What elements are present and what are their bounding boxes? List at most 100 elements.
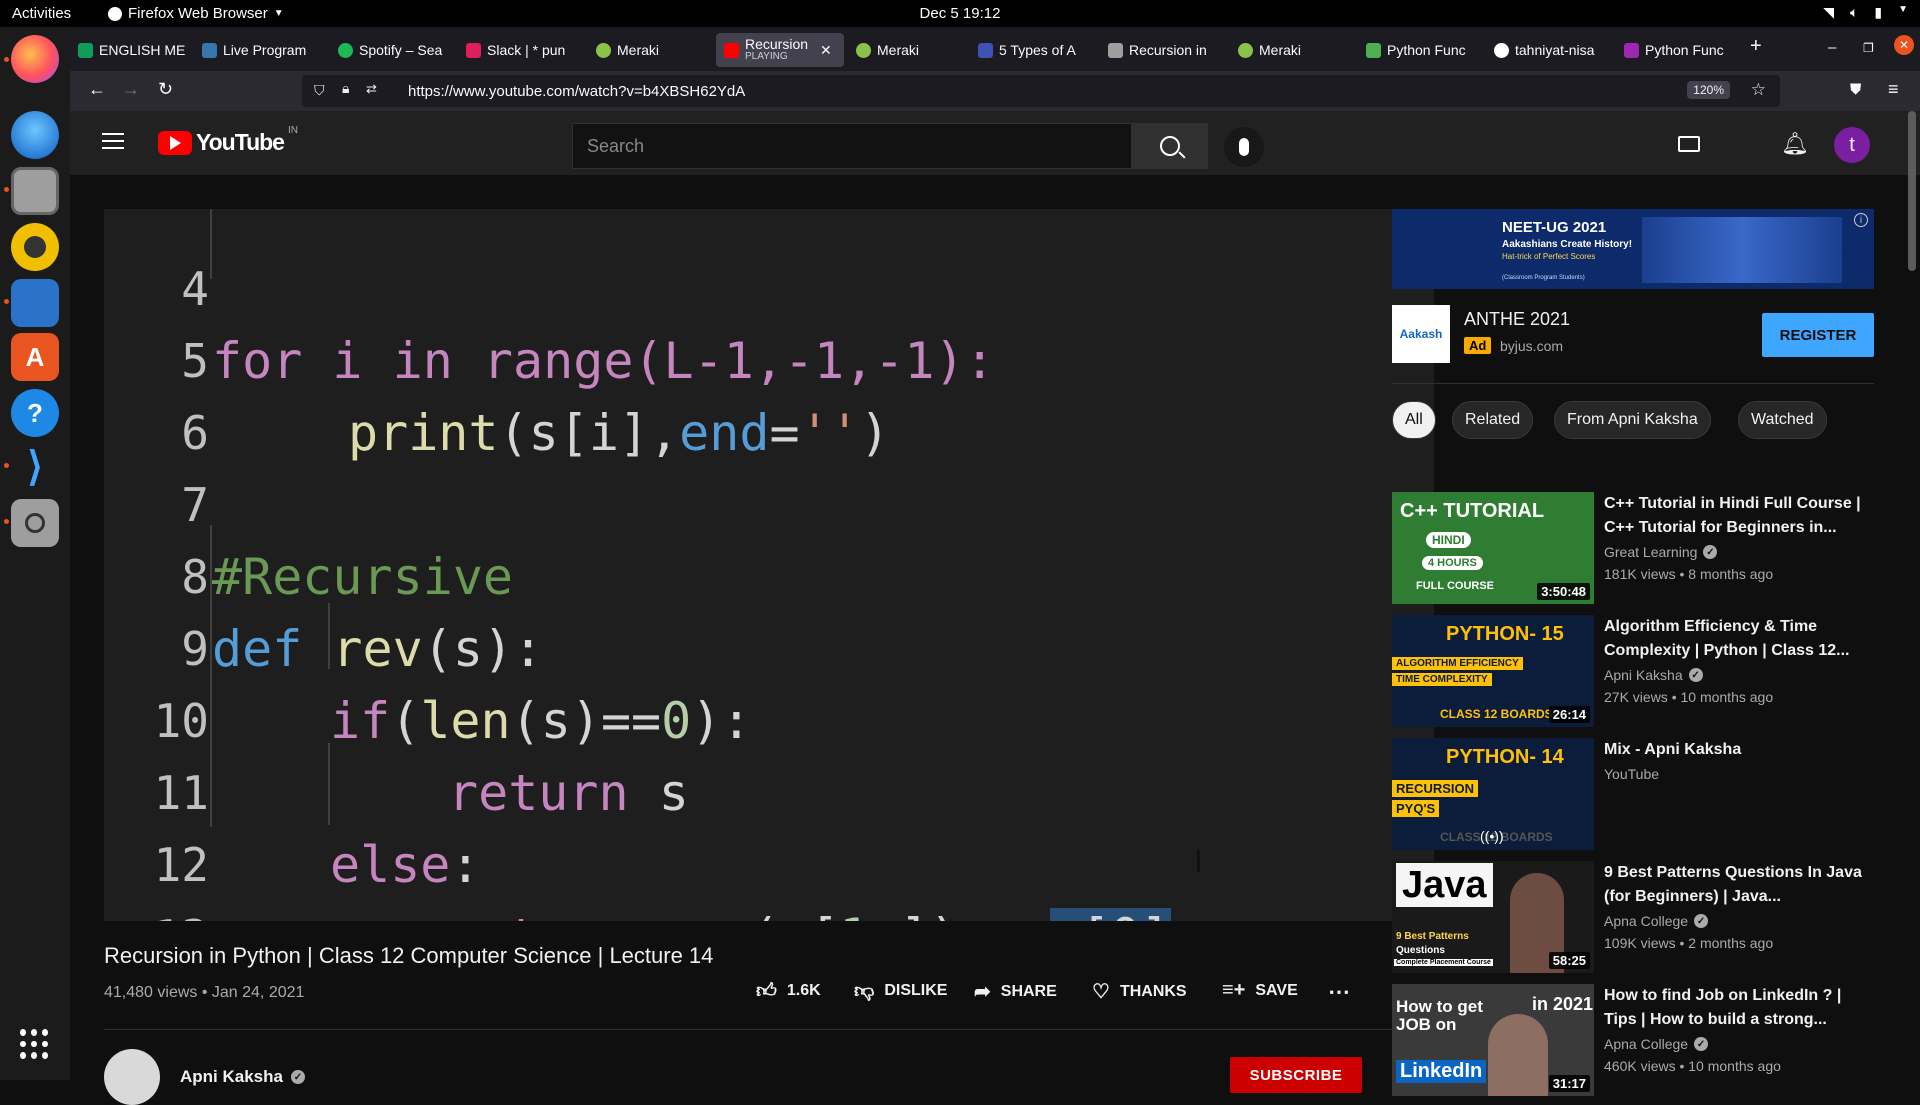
system-tray[interactable]: ◥ 🔈︎ ▮ ▼: [1823, 4, 1908, 21]
back-button[interactable]: ←: [88, 79, 106, 100]
rhythmbox-launcher[interactable]: [11, 223, 59, 271]
video-title[interactable]: 9 Best Patterns Questions In Java (for B…: [1604, 861, 1866, 909]
video-title[interactable]: Mix - Apni Kaksha: [1604, 738, 1866, 762]
shield-icon[interactable]: ⛉: [314, 82, 325, 99]
ad-banner[interactable]: NEET-UG 2021 Aakashians Create History! …: [1392, 209, 1874, 289]
video-thumbnail[interactable]: PYTHON- 14 RECURSION PYQ'S CLASS 12 BOAR…: [1392, 738, 1594, 850]
share-button[interactable]: ➦ SHARE: [974, 979, 1057, 1004]
url-text[interactable]: https://www.youtube.com/watch?v=b4XBSH62…: [408, 83, 745, 100]
channel-name[interactable]: Apni Kaksha: [180, 1067, 283, 1087]
help-launcher[interactable]: ?: [11, 389, 59, 437]
ad-card[interactable]: Aakash ANTHE 2021 Ad byjus.com REGISTER: [1392, 305, 1874, 365]
recommendation-item[interactable]: PYTHON- 14 RECURSION PYQ'S CLASS 12 BOAR…: [1392, 738, 1874, 850]
recommendation-item[interactable]: PYTHON- 15 ALGORITHM EFFICIENCY TIME COM…: [1392, 615, 1874, 727]
tab[interactable]: Python Func: [1358, 33, 1476, 67]
channel-name[interactable]: YouTube: [1604, 766, 1659, 782]
clock[interactable]: Dec 5 19:12: [0, 5, 1920, 22]
activities-button[interactable]: Activities: [12, 5, 71, 22]
video-thumbnail[interactable]: How to get JOB on in 2021 LinkedIn 31:17: [1392, 984, 1594, 1096]
tab[interactable]: Spotify – Sea: [330, 33, 448, 67]
new-tab-button[interactable]: +: [1750, 35, 1762, 58]
search-input[interactable]: Search: [572, 123, 1132, 169]
channel-name[interactable]: Apni Kaksha ✓: [1604, 667, 1703, 683]
recommendation-item[interactable]: C++ TUTORIAL HINDI 4 HOURS FULL COURSE 3…: [1392, 492, 1874, 604]
chip-from-apni-kaksha[interactable]: From Apni Kaksha: [1554, 401, 1711, 439]
writer-launcher[interactable]: [11, 279, 59, 327]
tab[interactable]: ENGLISH ME: [70, 33, 190, 67]
playlist-add-icon: ≡+: [1222, 979, 1246, 1001]
software-center-launcher[interactable]: A: [11, 333, 59, 381]
firefox-icon: [108, 6, 122, 21]
close-tab-icon[interactable]: ✕: [820, 42, 832, 59]
recommendation-item[interactable]: Java 9 Best Patterns Questions Complete …: [1392, 861, 1874, 973]
firefox-launcher[interactable]: [11, 35, 59, 83]
tab[interactable]: Live Program: [194, 33, 314, 67]
video-thumbnail[interactable]: C++ TUTORIAL HINDI 4 HOURS FULL COURSE 3…: [1392, 492, 1594, 604]
save-button[interactable]: ≡+ SAVE: [1222, 979, 1298, 1002]
video-thumbnail[interactable]: PYTHON- 15 ALGORITHM EFFICIENCY TIME COM…: [1392, 615, 1594, 727]
tab[interactable]: Meraki: [1230, 33, 1340, 67]
dislike-button[interactable]: 👎︎ DISLIKE: [854, 979, 947, 1003]
tab[interactable]: Slack | * pun: [458, 33, 576, 67]
ad-info-icon[interactable]: i: [1854, 213, 1868, 227]
chip-all[interactable]: All: [1392, 401, 1436, 439]
app-menu[interactable]: Firefox Web Browser ▼: [108, 5, 284, 22]
reload-button[interactable]: ↻: [158, 79, 173, 100]
channel-name[interactable]: Apna College ✓: [1604, 1036, 1709, 1052]
video-title[interactable]: C++ Tutorial in Hindi Full Course | C++ …: [1604, 492, 1866, 540]
files-launcher[interactable]: [11, 167, 59, 215]
search-button[interactable]: [1132, 123, 1208, 169]
tab[interactable]: Meraki: [588, 33, 698, 67]
vscode-launcher[interactable]: ⟩: [11, 443, 59, 491]
notifications-bell-icon[interactable]: 🔔︎: [1781, 131, 1809, 157]
url-bar[interactable]: ⛉ 🔒︎ ⇄ https://www.youtube.com/watch?v=b…: [302, 75, 1780, 107]
create-video-icon[interactable]: [1676, 131, 1702, 157]
subscribe-button[interactable]: SUBSCRIBE: [1230, 1057, 1362, 1093]
lock-icon[interactable]: 🔒︎: [342, 80, 349, 97]
youtube-page: YouTube IN Search 🔔︎ t 4 for i in range(…: [70, 111, 1920, 1105]
magnifier-icon: [25, 513, 45, 533]
page-scrollbar[interactable]: [1908, 111, 1916, 271]
search-launcher[interactable]: [11, 499, 59, 547]
more-actions-button[interactable]: ⋯: [1328, 979, 1350, 1005]
pocket-icon[interactable]: ⛊: [1850, 81, 1861, 98]
thanks-button[interactable]: ♡ THANKS: [1092, 979, 1187, 1004]
video-title[interactable]: Algorithm Efficiency & Time Complexity |…: [1604, 615, 1866, 663]
minimize-button[interactable]: –: [1828, 39, 1836, 56]
voice-search-button[interactable]: [1224, 127, 1264, 167]
chip-related[interactable]: Related: [1452, 401, 1534, 439]
close-window-button[interactable]: ✕: [1894, 35, 1914, 55]
permissions-icon[interactable]: ⇄: [366, 81, 377, 97]
bookmark-star-icon[interactable]: ☆: [1751, 80, 1766, 100]
recommendation-item[interactable]: How to get JOB on in 2021 LinkedIn 31:17…: [1392, 984, 1874, 1096]
video-player[interactable]: 4 for i in range(L-1,-1,-1): 5 print(s[i…: [104, 209, 1434, 921]
channel-name[interactable]: Apna College ✓: [1604, 913, 1709, 929]
tab[interactable]: 5 Types of A: [970, 33, 1088, 67]
youtube-logo[interactable]: YouTube IN: [158, 125, 298, 156]
tab-strip: ENGLISH ME Live Program Spotify – Sea Sl…: [70, 27, 1920, 71]
like-button[interactable]: 👍︎ 1.6K: [756, 979, 821, 1003]
forward-button[interactable]: →: [122, 79, 140, 100]
guide-menu-button[interactable]: [102, 133, 124, 151]
speaker-icon: [24, 236, 46, 258]
tab[interactable]: tahniyat-nisa: [1486, 33, 1604, 67]
channel-name[interactable]: Great Learning ✓: [1604, 544, 1718, 560]
account-avatar[interactable]: t: [1834, 127, 1870, 163]
navigation-bar: ← → ↻ ⛉ 🔒︎ ⇄ https://www.youtube.com/wat…: [70, 71, 1920, 111]
tab[interactable]: Recursion in: [1100, 33, 1216, 67]
thunderbird-launcher[interactable]: [11, 111, 59, 159]
youtube-wordmark: YouTube: [196, 129, 285, 155]
chip-watched[interactable]: Watched: [1738, 401, 1827, 439]
maximize-button[interactable]: ❐: [1863, 41, 1874, 55]
video-title[interactable]: How to find Job on LinkedIn ? | Tips | H…: [1604, 984, 1866, 1032]
register-button[interactable]: REGISTER: [1762, 313, 1874, 357]
show-apps-button[interactable]: [20, 1029, 50, 1059]
tab[interactable]: Meraki: [848, 33, 958, 67]
video-thumbnail[interactable]: Java 9 Best Patterns Questions Complete …: [1392, 861, 1594, 973]
menu-icon[interactable]: ≡: [1888, 79, 1899, 100]
zoom-level[interactable]: 120%: [1687, 81, 1730, 99]
apps-grid-icon[interactable]: [1734, 131, 1755, 152]
tab-active[interactable]: Recursion PLAYING ✕: [716, 33, 844, 67]
tab[interactable]: Python Func: [1616, 33, 1734, 67]
channel-avatar[interactable]: [104, 1049, 160, 1105]
